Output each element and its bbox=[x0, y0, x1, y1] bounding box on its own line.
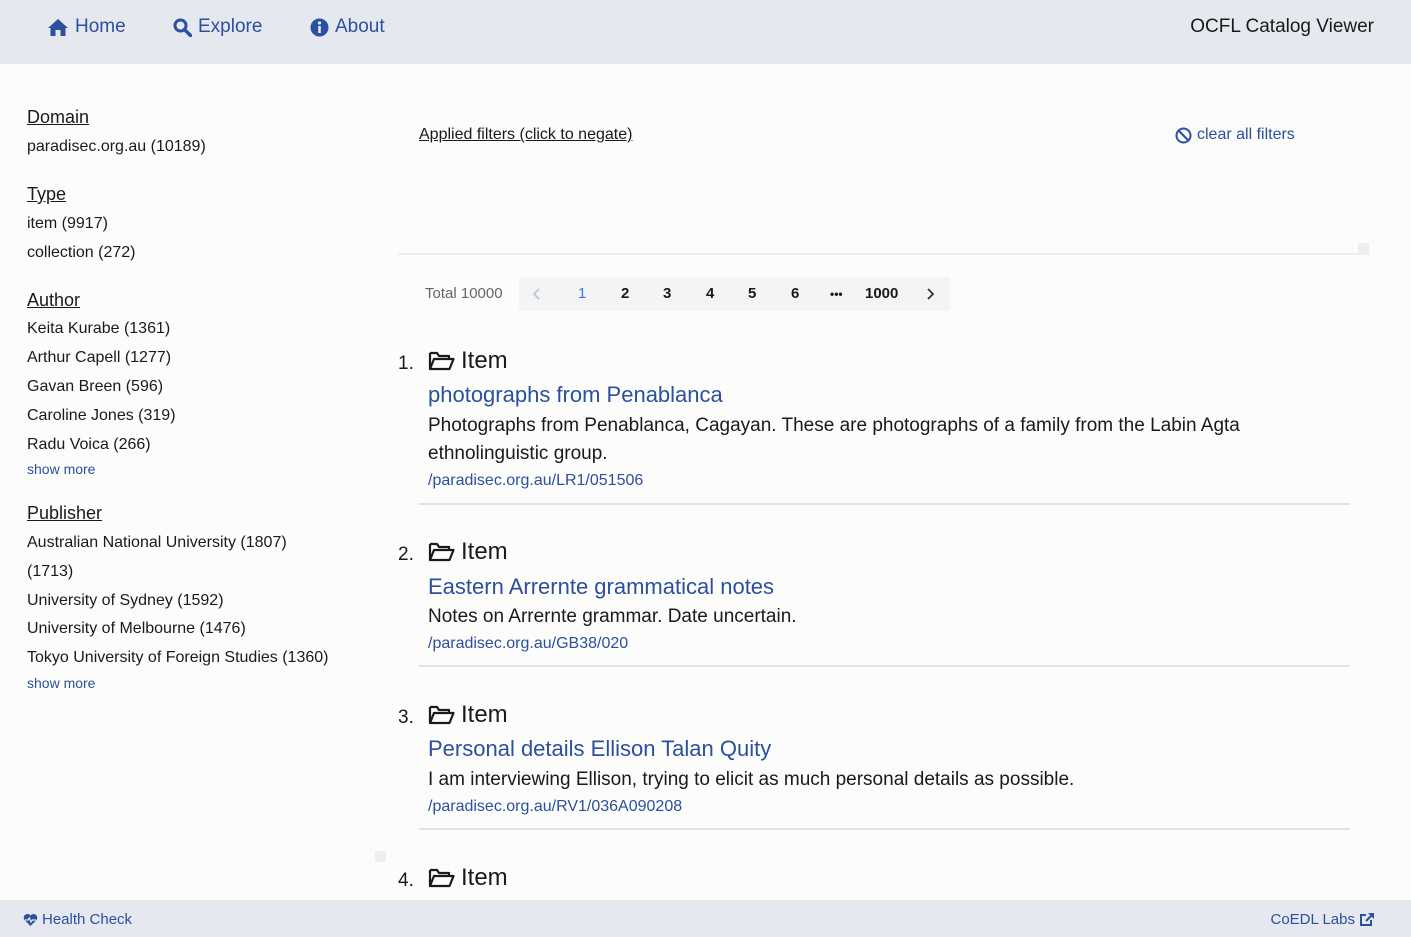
page-ellipsis[interactable]: ••• bbox=[830, 287, 843, 301]
result-title-link[interactable]: photographs from Penablanca bbox=[428, 382, 723, 408]
facet-item[interactable]: Australian National University (1807) bbox=[27, 534, 287, 552]
facet-title-type: Type bbox=[27, 184, 67, 204]
applied-filters-toggle[interactable]: Applied filters (click to negate) bbox=[419, 126, 632, 144]
result-type-label: Item bbox=[461, 864, 508, 891]
page-button[interactable]: 1 bbox=[578, 285, 586, 302]
health-check-link[interactable]: Health Check bbox=[23, 911, 132, 928]
nav-home-link[interactable]: Home bbox=[47, 15, 126, 39]
show-more-author-link[interactable]: show more bbox=[27, 461, 95, 477]
nav-about-label: About bbox=[335, 16, 385, 37]
result-divider bbox=[419, 828, 1350, 830]
result-type-label: Item bbox=[461, 701, 508, 728]
folder-open-icon bbox=[428, 867, 455, 889]
home-icon bbox=[47, 18, 69, 37]
facet-title-author: Author bbox=[27, 290, 81, 310]
result-type: Item bbox=[428, 864, 508, 892]
facet-item[interactable]: collection (272) bbox=[27, 244, 136, 262]
page-button[interactable]: 2 bbox=[621, 285, 629, 302]
facet-title-publisher: Publisher bbox=[27, 503, 103, 523]
result-title-link[interactable]: Eastern Arrernte grammatical notes bbox=[428, 574, 774, 600]
result-number: 3. bbox=[398, 707, 414, 728]
footer-bar bbox=[0, 900, 1411, 937]
result-number: 4. bbox=[398, 870, 414, 891]
ban-icon bbox=[1175, 127, 1192, 144]
nav-explore-link[interactable]: Explore bbox=[173, 15, 262, 39]
result-type: Item bbox=[428, 347, 508, 375]
result-type: Item bbox=[428, 701, 508, 729]
result-type-label: Item bbox=[461, 347, 508, 374]
result-path-link[interactable]: /paradisec.org.au/LR1/051506 bbox=[428, 472, 643, 490]
clear-filters-button[interactable]: clear all filters bbox=[1175, 126, 1295, 144]
facet-item[interactable]: University of Melbourne (1476) bbox=[27, 620, 246, 638]
results-total: Total 10000 bbox=[425, 285, 503, 302]
result-title-link[interactable]: Personal details Ellison Talan Quity bbox=[428, 736, 771, 762]
facet-title-domain: Domain bbox=[27, 107, 90, 127]
show-more-publisher-link[interactable]: show more bbox=[27, 675, 95, 691]
info-icon bbox=[310, 18, 329, 37]
health-check-label: Health Check bbox=[42, 911, 133, 928]
folder-open-icon bbox=[428, 541, 455, 563]
result-description: Notes on Arrernte grammar. Date uncertai… bbox=[428, 606, 797, 627]
page-button[interactable]: 5 bbox=[748, 285, 756, 302]
result-divider bbox=[419, 503, 1350, 505]
result-type: Item bbox=[428, 538, 508, 566]
prev-page-chevron-icon[interactable] bbox=[531, 286, 543, 302]
folder-open-icon bbox=[428, 350, 455, 372]
facet-item[interactable]: item (9917) bbox=[27, 215, 108, 233]
result-path-link[interactable]: /paradisec.org.au/RV1/036A090208 bbox=[428, 798, 682, 816]
result-number: 1. bbox=[398, 353, 414, 374]
nav-home-label: Home bbox=[75, 16, 126, 37]
facet-item[interactable]: Radu Voica (266) bbox=[27, 436, 151, 454]
facet-item[interactable]: Arthur Capell (1277) bbox=[27, 349, 171, 367]
facet-item[interactable]: University of Sydney (1592) bbox=[27, 592, 224, 610]
page-button[interactable]: 6 bbox=[791, 285, 799, 302]
result-description: Photographs from Penablanca, Cagayan. Th… bbox=[428, 415, 1240, 464]
nav-explore-label: Explore bbox=[198, 16, 263, 37]
nav-about-link[interactable]: About bbox=[310, 15, 385, 39]
result-divider bbox=[419, 665, 1350, 667]
facet-item[interactable]: Caroline Jones (319) bbox=[27, 407, 176, 425]
facet-item[interactable]: paradisec.org.au (10189) bbox=[27, 138, 206, 156]
result-type-label: Item bbox=[461, 538, 508, 565]
external-link-icon bbox=[1359, 912, 1375, 927]
facet-item[interactable]: Tokyo University of Foreign Studies (136… bbox=[27, 649, 328, 667]
app-title: OCFL Catalog Viewer bbox=[1190, 16, 1374, 37]
next-page-chevron-icon[interactable] bbox=[924, 286, 936, 302]
facet-item[interactable]: (1713) bbox=[27, 563, 73, 581]
coedl-labs-label: CoEDL Labs bbox=[1270, 911, 1356, 928]
result-path-link[interactable]: /paradisec.org.au/GB38/020 bbox=[428, 635, 628, 653]
heartbeat-icon bbox=[23, 913, 38, 927]
page-button[interactable]: 4 bbox=[706, 285, 714, 302]
folder-open-icon bbox=[428, 704, 455, 726]
page-button[interactable]: 3 bbox=[663, 285, 671, 302]
clear-filters-label: clear all filters bbox=[1197, 126, 1295, 143]
page-button[interactable]: 1000 bbox=[865, 285, 898, 302]
filters-divider bbox=[398, 253, 1370, 255]
facet-item[interactable]: Keita Kurabe (1361) bbox=[27, 320, 170, 338]
search-icon bbox=[173, 18, 192, 37]
result-number: 2. bbox=[398, 544, 414, 565]
resize-handle bbox=[1358, 243, 1369, 254]
result-description: I am interviewing Ellison, trying to eli… bbox=[428, 769, 1075, 790]
resize-handle bbox=[375, 851, 386, 862]
coedl-labs-link[interactable]: CoEDL Labs bbox=[1271, 911, 1376, 928]
facet-item[interactable]: Gavan Breen (596) bbox=[27, 378, 163, 396]
